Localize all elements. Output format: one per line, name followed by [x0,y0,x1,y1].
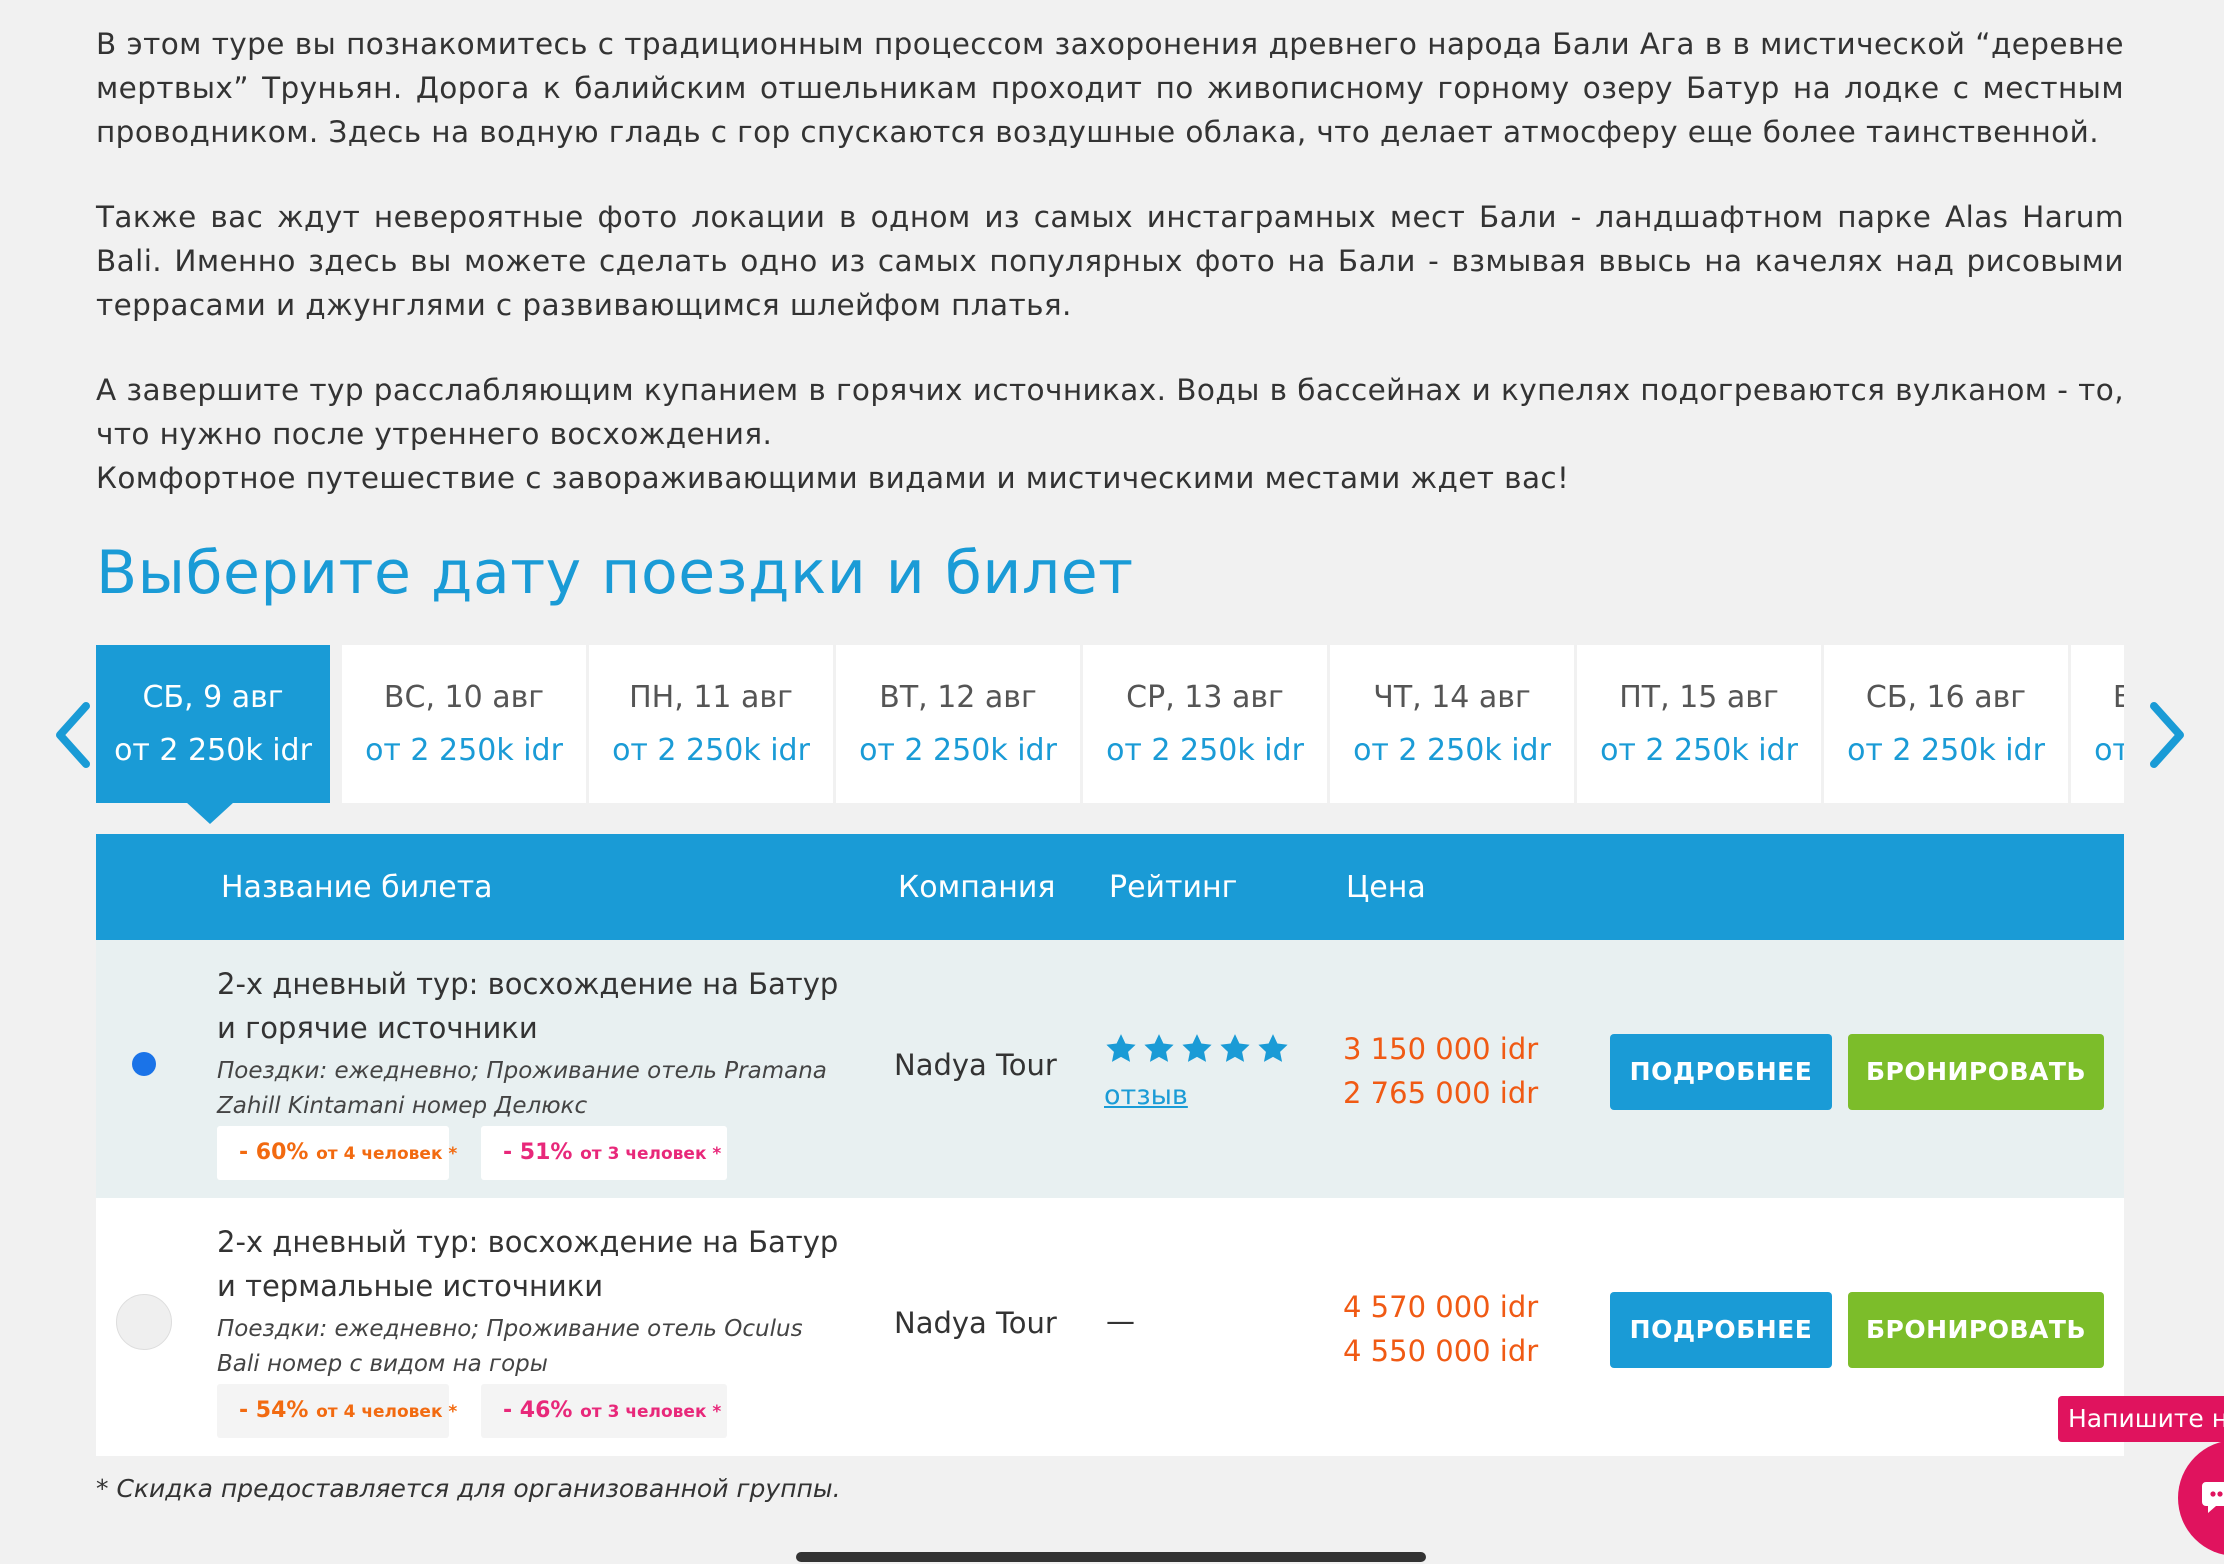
description-paragraph: В этом туре вы познакомитесь с традицион… [96,27,2124,149]
date-card-price: от 2 250k idr [1847,733,2045,768]
description-paragraph: Также вас ждут невероятные фото локации … [96,200,2124,322]
date-card-day: ВС, 10 авг [383,680,545,715]
price-discounted: 2 765 000 idr [1343,1076,1539,1110]
header-rating: Рейтинг [1109,870,1238,905]
discount-condition: от 3 человек * [580,1402,722,1422]
date-card-price: от 2 250k idr [365,733,563,768]
date-prev-button[interactable] [52,700,96,770]
book-button[interactable]: БРОНИРОВАТЬ [1848,1292,2104,1368]
date-card-day: СБ, 9 авг [142,680,284,715]
rating-stars [1104,1032,1294,1066]
date-card-price: от 2 250k idr [1353,733,1551,768]
date-card-day: ВС, 17 авг [2112,680,2124,715]
date-card-day: СБ, 16 авг [1865,680,2027,715]
date-next-button[interactable] [2144,700,2188,770]
ticket-table: Название билета Компания Рейтинг Цена 2-… [96,834,2124,1456]
ticket-company: Nadya Tour [894,1306,1057,1340]
discount-condition: от 4 человек * [316,1144,458,1164]
description-paragraph: А завершите тур расслабляющим купанием в… [96,373,2124,451]
date-card[interactable]: СБ, 16 авг от 2 250k idr [1824,645,2068,803]
date-track: СБ, 9 авг от 2 250k idr ВС, 10 авг от 2 … [96,645,2124,805]
date-card-price: от 2 250k idr [859,733,1057,768]
price-discounted: 4 550 000 idr [1343,1334,1539,1368]
discount-badge: - 51% от 3 человек * [481,1126,727,1180]
date-card[interactable]: ЧТ, 14 авг от 2 250k idr [1330,645,1574,803]
date-card[interactable]: ПТ, 15 авг от 2 250k idr [1577,645,1821,803]
date-card-day: ПН, 11 авг [629,680,793,715]
date-card[interactable]: ВТ, 12 авг от 2 250k idr [836,645,1080,803]
date-strip: СБ, 9 авг от 2 250k idr ВС, 10 авг от 2 … [96,645,2124,805]
ticket-subtitle: Поездки: ежедневно; Проживание отель Pra… [217,1058,827,1119]
star-icon [1218,1032,1252,1066]
chat-icon [2202,1482,2224,1513]
date-card-day: ПТ, 15 авг [1619,680,1779,715]
price-full: 3 150 000 idr [1343,1032,1539,1066]
discount-badge: - 54% от 4 человек * [217,1384,457,1438]
discount-badge: - 46% от 3 человек * [481,1384,727,1438]
ticket-company: Nadya Tour [894,1048,1057,1082]
date-card[interactable]: СР, 13 авг от 2 250k idr [1083,645,1327,803]
review-link[interactable]: отзыв [1104,1080,1188,1111]
date-card[interactable]: ПН, 11 авг от 2 250k idr [589,645,833,803]
discount-badge: - 60% от 4 человек * [217,1126,457,1180]
star-icon [1104,1032,1138,1066]
header-ticket-name: Название билета [221,870,493,905]
details-button[interactable]: ПОДРОБНЕЕ [1610,1034,1832,1110]
date-card-price: от 2 250k idr [2094,733,2124,768]
ticket-row: 2-х дневный тур: восхождение на Батур и … [96,940,2124,1198]
date-card-price: от 2 250k idr [612,733,810,768]
chat-button[interactable] [2178,1440,2224,1556]
details-button[interactable]: ПОДРОБНЕЕ [1610,1292,1832,1368]
price-full: 4 570 000 idr [1343,1290,1539,1324]
ticket-title: 2-х дневный тур: восхождение на Батур и … [217,967,839,1045]
discount-percent: - 54% [239,1398,309,1423]
date-card-price: от 2 250k idr [1106,733,1304,768]
date-card[interactable]: ВС, 17 авг от 2 250k idr [2071,645,2124,803]
ticket-radio[interactable] [116,1036,172,1092]
ticket-title: 2-х дневный тур: восхождение на Батур и … [217,1225,839,1303]
home-indicator [796,1552,1426,1562]
date-card-day: СР, 13 авг [1126,680,1284,715]
ticket-row: 2-х дневный тур: восхождение на Батур и … [96,1198,2124,1456]
description-paragraph: Комфортное путешествие с завораживающими… [96,461,1570,495]
discount-condition: от 4 человек * [316,1402,458,1422]
star-icon [1142,1032,1176,1066]
date-card-day: ЧТ, 14 авг [1373,680,1531,715]
ticket-table-header: Название билета Компания Рейтинг Цена [96,834,2124,940]
discount-condition: от 3 человек * [580,1144,722,1164]
discount-percent: - 51% [503,1140,573,1165]
header-company: Компания [898,870,1056,905]
ticket-subtitle: Поездки: ежедневно; Проживание отель Ocu… [217,1316,803,1377]
discount-percent: - 60% [239,1140,309,1165]
date-card-price: от 2 250k idr [114,733,312,768]
discount-footnote: * Скидка предоставляется для организован… [96,1474,841,1503]
discount-percent: - 46% [503,1398,573,1423]
date-card[interactable]: СБ, 9 авг от 2 250k idr [96,645,330,803]
rating-empty: — [1106,1304,1135,1338]
section-title: Выберите дату поездки и билет [96,538,1134,608]
date-card[interactable]: ВС, 10 авг от 2 250k idr [342,645,586,803]
date-card-price: от 2 250k idr [1600,733,1798,768]
date-card-day: ВТ, 12 авг [879,680,1037,715]
header-price: Цена [1346,870,1426,905]
chevron-left-icon [56,702,90,768]
book-button[interactable]: БРОНИРОВАТЬ [1848,1034,2104,1110]
date-caret [186,802,234,824]
chat-prompt[interactable]: Напишите нам [2058,1396,2224,1442]
star-icon [1256,1032,1290,1066]
star-icon [1180,1032,1214,1066]
page: В этом туре вы познакомитесь с традицион… [0,0,2224,1564]
chevron-right-icon [2150,702,2184,768]
ticket-radio[interactable] [116,1294,172,1350]
tour-description: В этом туре вы познакомитесь с традицион… [96,22,2124,500]
